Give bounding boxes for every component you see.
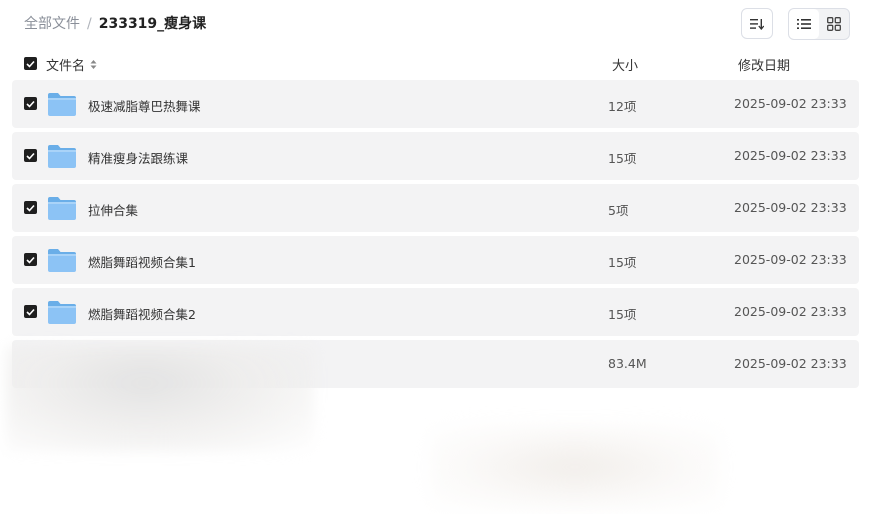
file-name[interactable]: 精准瘦身法跟练课 (88, 148, 188, 167)
select-all-checkbox[interactable] (24, 57, 37, 70)
file-size: 15项 (608, 307, 637, 322)
grid-view-icon (827, 17, 841, 31)
table-header: 文件名 大小 修改日期 (12, 52, 859, 76)
row-checkbox[interactable] (24, 201, 37, 214)
file-date: 2025-09-02 23:33 (734, 252, 847, 267)
breadcrumb-root-link[interactable]: 全部文件 (24, 14, 80, 34)
blur-overlay (430, 424, 720, 510)
row-checkbox[interactable] (24, 305, 37, 318)
column-header-name[interactable]: 文件名 (46, 55, 97, 74)
row-checkbox[interactable] (24, 97, 37, 110)
file-date: 2025-09-02 23:33 (734, 148, 847, 163)
folder-icon (48, 145, 76, 168)
file-date: 2025-09-02 23:33 (734, 304, 847, 319)
blur-overlay (6, 346, 314, 452)
row-checkbox[interactable] (24, 253, 37, 266)
breadcrumb: 全部文件 / 233319_瘦身课 (24, 14, 206, 34)
view-toggle (788, 8, 850, 40)
sort-button[interactable] (741, 8, 773, 39)
file-size: 15项 (608, 255, 637, 270)
list-view-button[interactable] (789, 9, 819, 39)
check-icon (26, 152, 35, 160)
check-icon (26, 60, 35, 68)
folder-icon (48, 197, 76, 220)
check-icon (26, 100, 35, 108)
column-header-name-label: 文件名 (46, 59, 86, 74)
file-name[interactable]: 燃脂舞蹈视频合集2 (88, 304, 196, 323)
folder-icon (48, 301, 76, 324)
check-icon (26, 204, 35, 212)
file-date: 2025-09-02 23:33 (734, 96, 847, 111)
breadcrumb-current: 233319_瘦身课 (98, 16, 207, 32)
grid-view-button[interactable] (819, 9, 849, 39)
file-size: 5项 (608, 203, 629, 218)
sort-caret-icon (90, 59, 97, 70)
row-checkbox[interactable] (24, 149, 37, 162)
file-name[interactable]: 极速减脂尊巴热舞课 (88, 96, 201, 115)
sort-icon (750, 18, 764, 30)
table-row[interactable]: 燃脂舞蹈视频合集2 15项 2025-09-02 23:33 (12, 288, 859, 336)
column-header-date[interactable]: 修改日期 (738, 55, 790, 74)
check-icon (26, 308, 35, 316)
check-icon (26, 256, 35, 264)
folder-icon (48, 249, 76, 272)
file-size: 83.4M (608, 356, 647, 371)
file-name[interactable]: 拉伸合集 (88, 200, 138, 219)
file-size: 12项 (608, 99, 637, 114)
list-view-icon (797, 19, 811, 29)
file-name[interactable]: 燃脂舞蹈视频合集1 (88, 252, 196, 271)
table-row[interactable]: 拉伸合集 5项 2025-09-02 23:33 (12, 184, 859, 232)
folder-icon (48, 93, 76, 116)
file-date: 2025-09-02 23:33 (734, 200, 847, 215)
table-row[interactable]: 精准瘦身法跟练课 15项 2025-09-02 23:33 (12, 132, 859, 180)
file-size: 15项 (608, 151, 637, 166)
breadcrumb-separator: / (87, 16, 92, 32)
column-header-size[interactable]: 大小 (612, 55, 638, 74)
table-row[interactable]: 极速减脂尊巴热舞课 12项 2025-09-02 23:33 (12, 80, 859, 128)
table-row[interactable]: 燃脂舞蹈视频合集1 15项 2025-09-02 23:33 (12, 236, 859, 284)
file-date: 2025-09-02 23:33 (734, 356, 847, 371)
